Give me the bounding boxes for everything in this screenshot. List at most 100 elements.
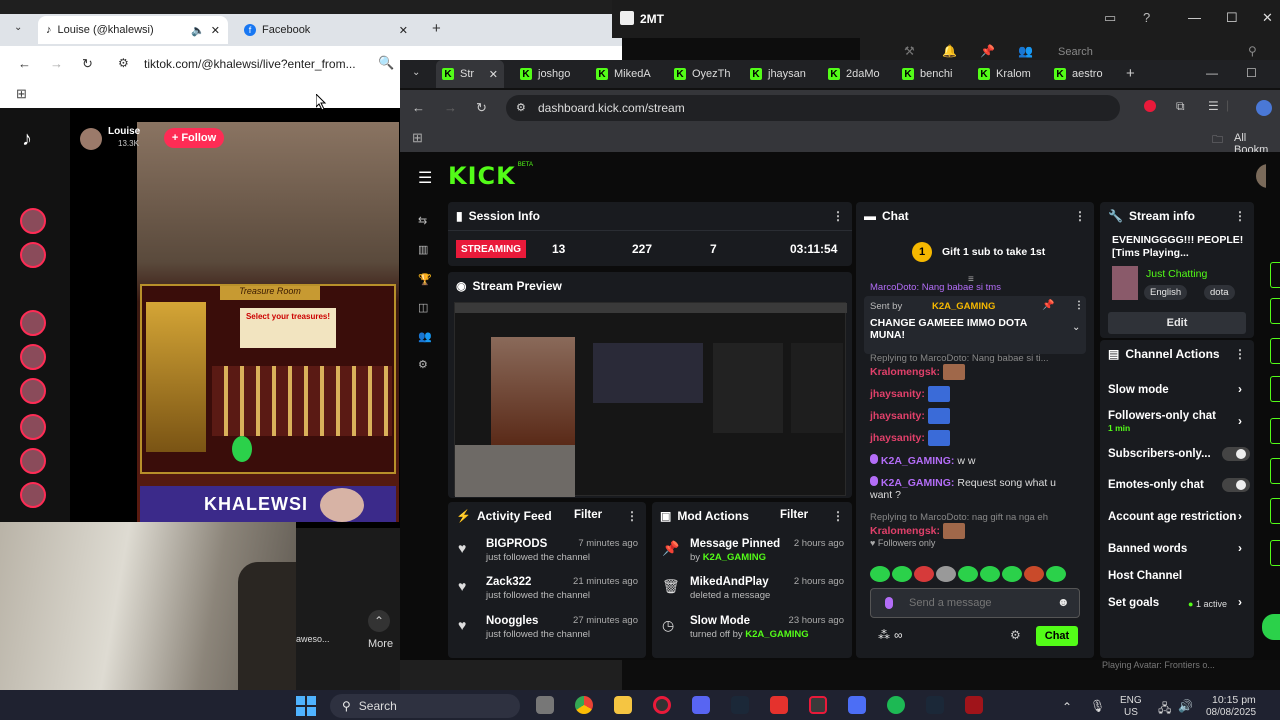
live-avatar[interactable] xyxy=(20,448,46,474)
live-avatar[interactable] xyxy=(20,378,46,404)
edge-button[interactable] xyxy=(1270,262,1280,288)
tab-facebook[interactable]: f Facebook ✕ xyxy=(236,16,416,44)
menu-icon[interactable]: ☰ xyxy=(418,168,432,188)
clock-time[interactable]: 10:15 pm xyxy=(1212,694,1256,706)
more-button[interactable]: More xyxy=(368,638,393,650)
chat-input[interactable] xyxy=(909,595,1049,611)
forward-icon[interactable]: → xyxy=(444,100,457,115)
floating-action-button[interactable] xyxy=(1262,614,1280,640)
tab-list-icon[interactable]: ⌄ xyxy=(412,67,420,78)
side-item-label[interactable]: aweso... xyxy=(296,634,330,644)
kick-logo[interactable]: KICK BETA xyxy=(448,162,533,190)
chat-username[interactable]: jhaysanity: xyxy=(870,388,925,400)
close-icon[interactable]: ✕ xyxy=(1262,10,1273,26)
chevron-up-icon[interactable]: ⌃ xyxy=(368,610,390,632)
points-icon[interactable]: ⁂ xyxy=(878,628,890,642)
chevron-right-icon[interactable]: › xyxy=(1238,595,1242,609)
app-red-icon[interactable] xyxy=(770,696,788,714)
chevron-right-icon[interactable]: › xyxy=(1238,509,1242,523)
pinned-by-user[interactable]: K2A_GAMING xyxy=(932,301,995,312)
profile-avatar[interactable] xyxy=(1256,100,1272,116)
mod-user[interactable]: K2A_GAMING xyxy=(745,629,808,640)
emote-icon[interactable] xyxy=(870,566,890,582)
site-settings-icon[interactable]: ⚙ xyxy=(516,101,526,114)
app-blue-icon[interactable] xyxy=(848,696,866,714)
analytics-icon[interactable]: ▥ xyxy=(418,243,430,256)
close-icon[interactable]: ✕ xyxy=(399,24,408,37)
live-avatar[interactable] xyxy=(20,414,46,440)
chat-username[interactable]: K2A_GAMING: xyxy=(881,477,955,489)
reload-icon[interactable]: ↻ xyxy=(82,56,93,72)
settings-icon[interactable]: ⚙ xyxy=(418,358,430,371)
close-icon[interactable]: ✕ xyxy=(489,68,504,81)
emote-icon[interactable] xyxy=(1002,566,1022,582)
mute-icon[interactable]: 🔈 xyxy=(191,24,205,37)
gift-sub-button[interactable]: Gift 1 sub to take 1st xyxy=(942,246,1045,258)
apps-icon[interactable]: ⊞ xyxy=(412,130,423,146)
app-icon[interactable] xyxy=(809,696,827,714)
stream-icon[interactable]: ⇆ xyxy=(418,214,430,227)
chat-username[interactable]: Kralomengsk: xyxy=(870,366,940,378)
activity-user[interactable]: Nooggles xyxy=(486,615,538,627)
tab-list-icon[interactable]: ⌄ xyxy=(14,22,22,33)
chat-settings-icon[interactable]: ⚙ xyxy=(1010,628,1021,642)
region-indicator[interactable]: US xyxy=(1124,707,1138,718)
microphone-icon[interactable] xyxy=(885,597,893,609)
bell-icon[interactable]: 🔔 xyxy=(942,44,957,58)
game-icon[interactable] xyxy=(965,696,983,714)
forward-icon[interactable]: → xyxy=(50,56,63,71)
emoji-icon[interactable]: ☻ xyxy=(1057,595,1070,609)
edge-button[interactable] xyxy=(1270,338,1280,364)
zoom-icon[interactable]: 🔍 xyxy=(378,55,394,71)
infinity-icon[interactable]: ∞ xyxy=(894,628,903,642)
trophy-icon[interactable]: 🏆 xyxy=(418,273,432,286)
screen-icon[interactable]: ▭ xyxy=(1104,10,1116,26)
maximize-icon[interactable]: ☐ xyxy=(1226,10,1238,26)
taskbar-search[interactable]: ⚲ Search xyxy=(330,694,520,718)
tab-tiktok[interactable]: ♪ Louise (@khalewsi) 🔈 ✕ xyxy=(38,16,228,44)
edge-button[interactable] xyxy=(1270,540,1280,566)
tab-kick[interactable]: K MikedA xyxy=(596,60,651,88)
network-icon[interactable]: 🖧 xyxy=(1158,699,1171,720)
tab-kick-stream[interactable]: K Str ✕ xyxy=(436,60,504,88)
streamer-avatar[interactable] xyxy=(80,128,102,150)
chat-username[interactable]: K2A_GAMING: xyxy=(881,455,955,467)
close-icon[interactable]: ✕ xyxy=(211,24,220,37)
chevron-down-icon[interactable]: ⌄ xyxy=(1072,322,1080,333)
live-avatar[interactable] xyxy=(20,208,46,234)
url-text[interactable]: tiktok.com/@khalewsi/live?enter_from... xyxy=(144,57,356,71)
obs-icon[interactable] xyxy=(653,696,671,714)
edge-button[interactable] xyxy=(1270,498,1280,524)
chat-username[interactable]: Kralomengsk: xyxy=(870,525,940,537)
chat-username[interactable]: jhaysanity: xyxy=(870,410,925,422)
edge-button[interactable] xyxy=(1270,458,1280,484)
activity-user[interactable]: Zack322 xyxy=(486,576,531,588)
mod-user[interactable]: K2A_GAMING xyxy=(703,552,766,563)
extensions-icon[interactable]: ⧉ xyxy=(1176,99,1185,114)
host-channel-action[interactable]: Host Channel xyxy=(1108,570,1182,582)
extension-record-icon[interactable] xyxy=(1144,100,1156,112)
site-settings-icon[interactable]: ⚙ xyxy=(118,56,129,70)
edge-button[interactable] xyxy=(1270,298,1280,324)
more-options-icon[interactable]: ⋮ xyxy=(1234,209,1246,223)
search-icon[interactable]: ⚲ xyxy=(1248,44,1257,58)
live-avatar[interactable] xyxy=(20,344,46,370)
more-options-icon[interactable]: ⋮ xyxy=(832,509,844,523)
kick-url-bar[interactable]: ⚙ dashboard.kick.com/stream xyxy=(506,95,1120,121)
microphone-icon[interactable]: 🎙 xyxy=(1090,699,1105,713)
emote-icon[interactable] xyxy=(1046,566,1066,582)
follow-button[interactable]: + Follow xyxy=(164,128,224,148)
steam-icon[interactable] xyxy=(926,696,944,714)
tab-kick[interactable]: Kjhaysan xyxy=(750,60,806,88)
stream-category[interactable]: Just Chatting xyxy=(1146,268,1207,280)
send-chat-button[interactable]: Chat xyxy=(1036,626,1078,646)
clock-date[interactable]: 08/08/2025 xyxy=(1206,707,1256,718)
language-indicator[interactable]: ENG xyxy=(1120,695,1142,706)
pin-icon[interactable]: 📌 xyxy=(980,44,995,58)
minimize-icon[interactable]: — xyxy=(1206,66,1218,80)
live-avatar[interactable] xyxy=(20,482,46,508)
new-tab-icon[interactable]: + xyxy=(1126,65,1135,82)
banned-words-action[interactable]: Banned words xyxy=(1108,543,1187,555)
minimize-icon[interactable]: — xyxy=(1188,10,1201,25)
tab-kick[interactable]: Kaestro xyxy=(1054,60,1103,88)
